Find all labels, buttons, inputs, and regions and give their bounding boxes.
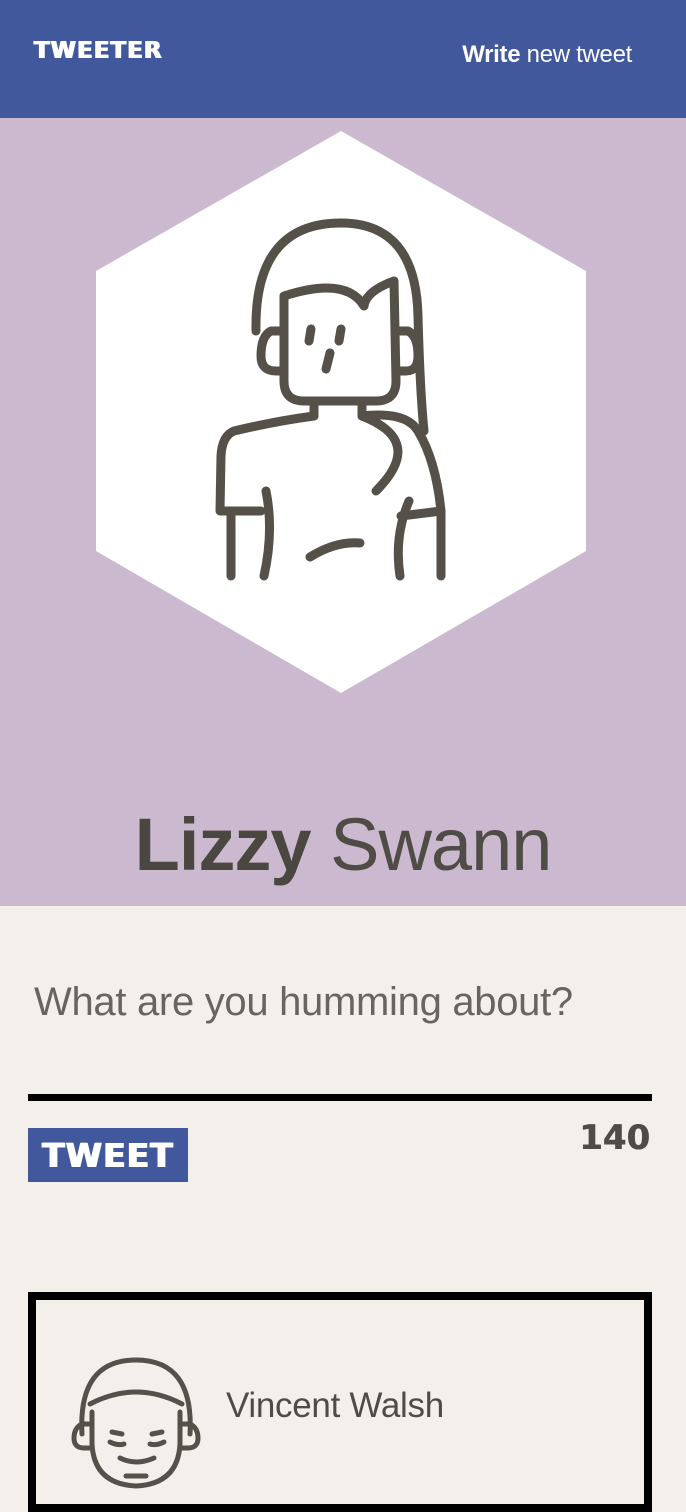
navbar: TWEETER Write new tweet xyxy=(0,0,686,118)
composer-divider xyxy=(28,1094,652,1101)
character-counter: 140 xyxy=(579,1118,650,1158)
tweet-composer-input[interactable] xyxy=(34,980,654,1025)
write-link-light: new tweet xyxy=(526,41,633,68)
app-logo[interactable]: TWEETER xyxy=(34,38,163,64)
tweet-author-name[interactable]: Vincent Walsh xyxy=(226,1386,444,1426)
profile-last-name: Swann xyxy=(330,803,552,886)
woman-avatar-icon xyxy=(96,131,586,693)
profile-name: Lizzy Swann xyxy=(0,808,686,882)
profile-header: Lizzy Swann xyxy=(0,118,686,906)
write-new-tweet-link[interactable]: Write new tweet xyxy=(462,41,632,69)
tweet-submit-button[interactable]: TWEET xyxy=(28,1128,188,1182)
man-avatar-icon xyxy=(71,1357,201,1489)
write-link-strong: Write xyxy=(462,41,521,68)
profile-first-name: Lizzy xyxy=(134,803,312,886)
tweet-card: Vincent Walsh xyxy=(28,1292,652,1512)
